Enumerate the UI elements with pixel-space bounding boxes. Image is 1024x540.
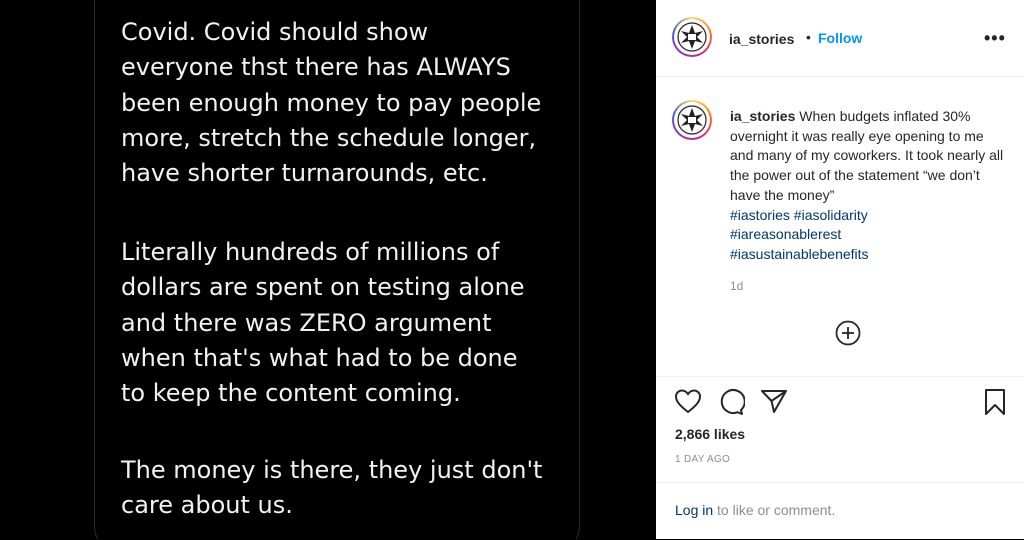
action-bar — [656, 376, 1024, 415]
post-text-paragraph-2: Literally hundreds of millions of dollar… — [121, 238, 525, 408]
heart-icon[interactable] — [674, 388, 702, 414]
post-text-paragraph-1: Covid. Covid should show everyone thst t… — [121, 18, 542, 188]
hashtag-link[interactable]: #iareasonablerest — [730, 225, 1010, 245]
comment-bubble-icon[interactable] — [717, 388, 745, 416]
post-text-paragraph-3: The money is there, they just don't care… — [121, 456, 543, 520]
hashtag-link[interactable]: #iastories #iasolidarity — [730, 206, 1010, 226]
caption-age: 1d — [730, 279, 744, 293]
post-media[interactable]: Covid. Covid should show everyone thst t… — [0, 0, 656, 539]
caption-avatar[interactable] — [672, 100, 712, 140]
hashtag-link[interactable]: #iasustainablebenefits — [730, 245, 1010, 265]
header-username[interactable]: ia_stories — [729, 31, 794, 47]
follow-button[interactable]: Follow — [818, 30, 862, 46]
login-link[interactable]: Log in — [675, 502, 713, 518]
post-side-panel: ia_stories • Follow ••• ia_stories When … — [656, 0, 1024, 539]
separator-dot: • — [806, 29, 811, 45]
login-suffix: to like or comment. — [713, 502, 836, 518]
login-prompt: Log in to like or comment. — [675, 502, 835, 518]
avatar[interactable] — [672, 17, 712, 57]
paper-plane-icon[interactable] — [760, 388, 788, 414]
likes-count[interactable]: 2,866 likes — [675, 426, 745, 442]
plus-circle-icon[interactable] — [835, 320, 861, 346]
post-header: ia_stories • Follow ••• — [656, 0, 1024, 77]
bookmark-icon[interactable] — [983, 388, 1007, 416]
iatse-logo-icon — [677, 105, 707, 135]
more-options-button[interactable]: ••• — [984, 28, 1006, 49]
iatse-logo-icon — [677, 22, 707, 52]
caption-username[interactable]: ia_stories — [730, 108, 795, 124]
caption: ia_stories When budgets inflated 30% ove… — [730, 107, 1010, 265]
post-date[interactable]: 1 DAY AGO — [675, 454, 730, 465]
